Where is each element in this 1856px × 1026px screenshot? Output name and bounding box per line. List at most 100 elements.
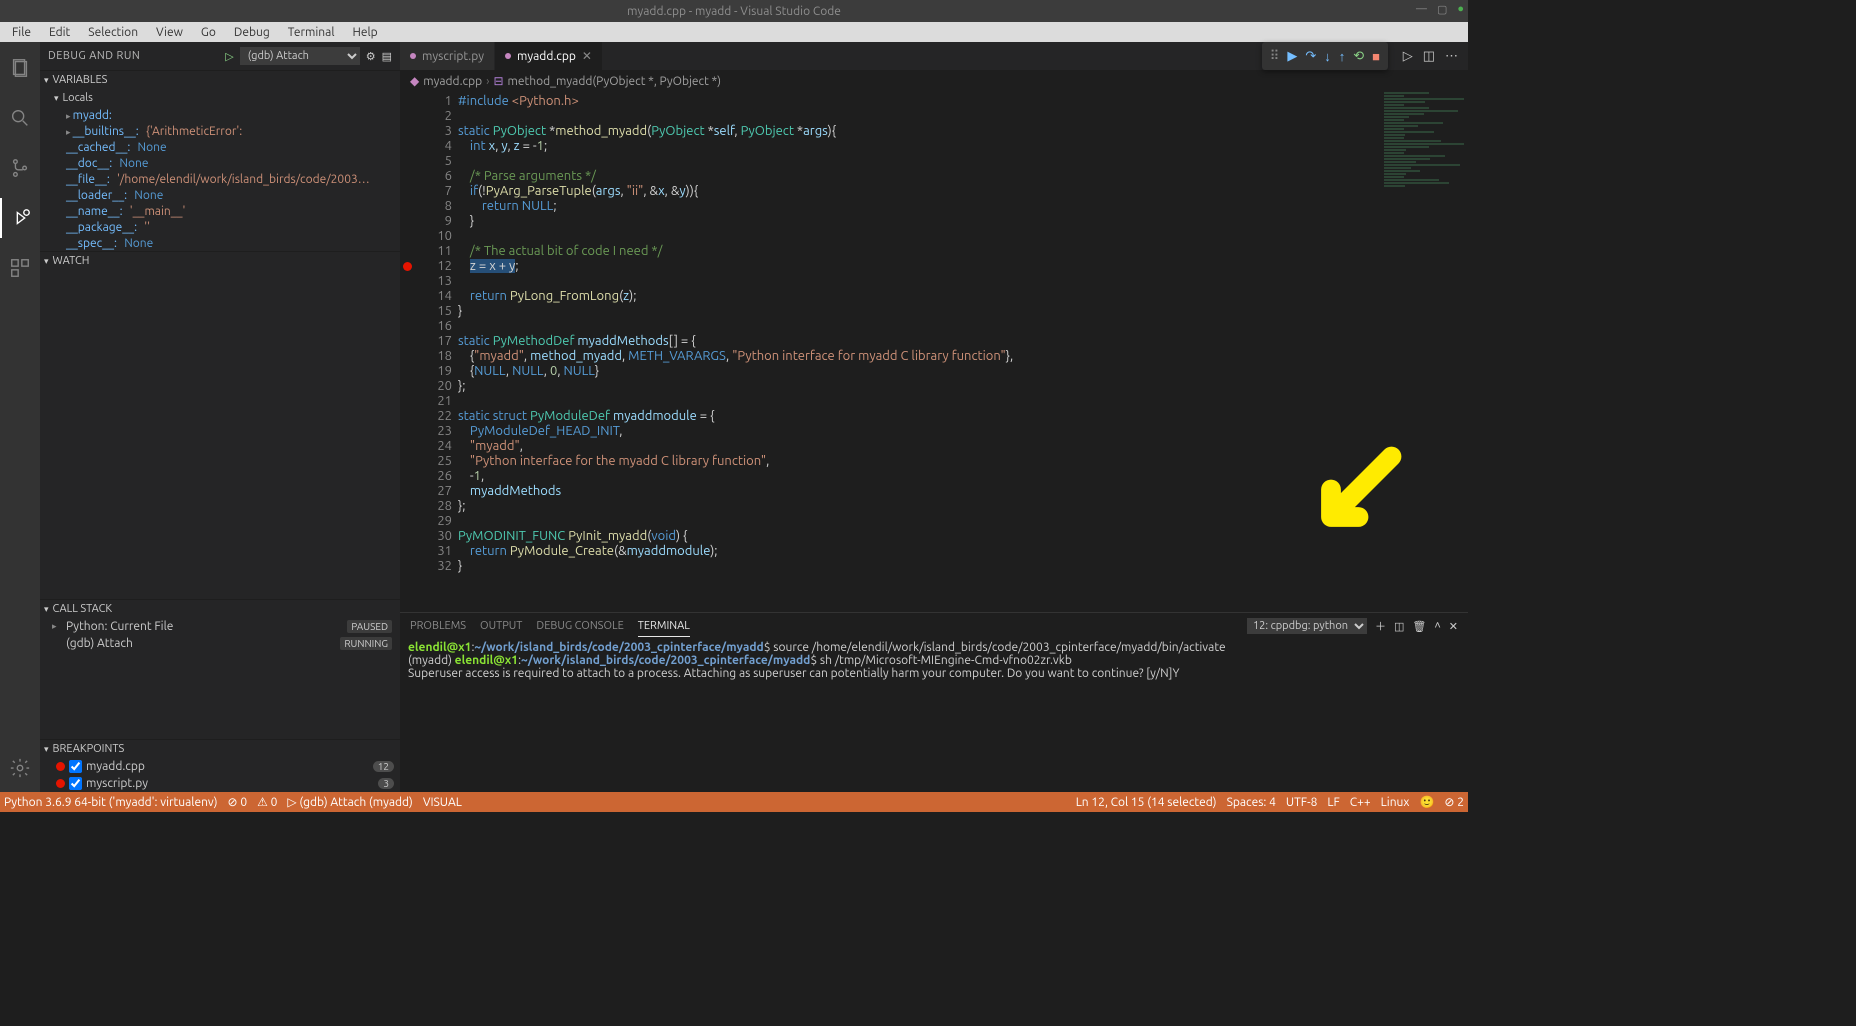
statusbar-item[interactable]: Spaces: 4 — [1227, 795, 1276, 809]
editor-tabs: myscript.pymyadd.cpp✕ — [400, 42, 603, 70]
search-icon[interactable] — [0, 98, 40, 138]
panel-tab-terminal[interactable]: TERMINAL — [638, 616, 690, 637]
window-title: myadd.cpp - myadd - Visual Studio Code — [627, 5, 841, 18]
breadcrumb-file: myadd.cpp — [423, 75, 482, 88]
breakpoint-checkbox[interactable] — [69, 760, 82, 773]
menu-go[interactable]: Go — [193, 24, 224, 41]
statusbar-item[interactable]: 🙂 — [1419, 795, 1434, 809]
panel-tab-output[interactable]: OUTPUT — [480, 616, 522, 637]
menu-file[interactable]: File — [4, 24, 39, 41]
locals-list: ▸ myadd: ▸ __builtins__: {'ArithmeticErr… — [40, 107, 400, 251]
drag-handle-icon[interactable]: ⠿ — [1270, 49, 1280, 64]
window-controls: — ▢ ● — [1416, 3, 1464, 16]
tab-myadd-cpp[interactable]: myadd.cpp✕ — [495, 42, 603, 70]
tab-myscript-py[interactable]: myscript.py — [400, 42, 495, 70]
step-into-icon[interactable]: ↓ — [1324, 49, 1331, 64]
continue-icon[interactable]: ▶ — [1287, 49, 1297, 64]
statusbar-item[interactable]: Python 3.6.9 64-bit ('myadd': virtualenv… — [4, 795, 218, 809]
line-number-gutter: 1234567891011121314151617181920212223242… — [414, 92, 458, 612]
new-terminal-icon[interactable]: ＋ — [1375, 618, 1386, 634]
debug-config: ▷ (gdb) Attach ⚙ ▤ — [225, 47, 392, 65]
callstack-row[interactable]: (gdb) AttachRUNNING — [40, 635, 400, 652]
terminal-select[interactable]: 12: cppdbg: python — [1247, 618, 1367, 634]
close-tab-icon[interactable]: ✕ — [582, 49, 592, 63]
locals-header[interactable]: ▾Locals — [40, 89, 400, 107]
breakpoint-gutter[interactable] — [400, 92, 414, 612]
file-type-icon — [410, 53, 416, 59]
step-over-icon[interactable]: ↷ — [1305, 49, 1316, 64]
split-terminal-icon[interactable]: ◫ — [1394, 620, 1404, 633]
statusbar-item[interactable]: C++ — [1350, 795, 1371, 809]
debug-config-select[interactable]: (gdb) Attach — [240, 47, 360, 65]
panel-tab-problems[interactable]: PROBLEMS — [410, 616, 466, 637]
statusbar-item[interactable]: Linux — [1381, 795, 1410, 809]
variable-row[interactable]: __package__: '' — [40, 219, 400, 235]
breadcrumb[interactable]: ◆ myadd.cpp › ⊟ method_myadd(PyObject *,… — [400, 70, 1468, 92]
maximize-button[interactable]: ▢ — [1437, 3, 1447, 16]
step-out-icon[interactable]: ↑ — [1339, 49, 1346, 64]
statusbar-left: Python 3.6.9 64-bit ('myadd': virtualenv… — [4, 795, 462, 809]
annotation-arrow — [1298, 440, 1408, 553]
debug-icon[interactable] — [0, 198, 40, 238]
menu-selection[interactable]: Selection — [80, 24, 146, 41]
variable-row[interactable]: ▸ myadd: — [40, 107, 400, 123]
menu-edit[interactable]: Edit — [41, 24, 78, 41]
variable-row[interactable]: __spec__: None — [40, 235, 400, 251]
debug-sidebar-header: DEBUG AND RUN ▷ (gdb) Attach ⚙ ▤ — [40, 42, 400, 70]
close-button[interactable]: ● — [1457, 3, 1464, 16]
menu-debug[interactable]: Debug — [226, 24, 278, 41]
maximize-panel-icon[interactable]: ˄ — [1434, 620, 1440, 632]
start-debug-icon[interactable]: ▷ — [225, 50, 233, 63]
callstack-row[interactable]: ▸Python: Current FilePAUSED — [40, 618, 400, 635]
statusbar-item[interactable]: ▷ (gdb) Attach (myadd) — [287, 795, 412, 809]
restart-icon[interactable]: ⟲ — [1353, 49, 1364, 64]
statusbar-item[interactable]: ⚠ 0 — [257, 795, 277, 809]
variable-row[interactable]: __name__: '__main__' — [40, 203, 400, 219]
callstack-header[interactable]: ▾CALL STACK — [40, 600, 400, 618]
menu-terminal[interactable]: Terminal — [280, 24, 343, 41]
variable-row[interactable]: __cached__: None — [40, 139, 400, 155]
variable-row[interactable]: __file__: '/home/elendil/work/island_bir… — [40, 171, 400, 187]
debug-config-gear-icon[interactable]: ⚙ — [366, 50, 376, 63]
statusbar-item[interactable]: ⊘ 2 — [1444, 795, 1464, 809]
variable-row[interactable]: __loader__: None — [40, 187, 400, 203]
run-icon[interactable]: ▷ — [1403, 49, 1413, 64]
breakpoints-header[interactable]: ▾BREAKPOINTS — [40, 740, 400, 758]
extensions-icon[interactable] — [0, 248, 40, 288]
menu-view[interactable]: View — [148, 24, 191, 41]
close-panel-icon[interactable]: ✕ — [1449, 620, 1458, 633]
menu-help[interactable]: Help — [344, 24, 385, 41]
titlebar: myadd.cpp - myadd - Visual Studio Code —… — [0, 0, 1468, 22]
variable-row[interactable]: __doc__: None — [40, 155, 400, 171]
debug-console-icon[interactable]: ▤ — [382, 50, 392, 63]
callstack-list: ▸Python: Current FilePAUSED(gdb) AttachR… — [40, 618, 400, 652]
panel-tab-debug-console[interactable]: DEBUG CONSOLE — [536, 616, 623, 637]
menubar: FileEditSelectionViewGoDebugTerminalHelp — [0, 22, 1468, 42]
stop-icon[interactable]: ■ — [1372, 49, 1380, 64]
kill-terminal-icon[interactable]: 🗑 — [1412, 620, 1426, 633]
editor-area: myscript.pymyadd.cpp✕ ▷ ◫ ⋯ ⠿ ▶ ↷ ↓ ↑ ⟲ … — [400, 42, 1468, 792]
breakpoint-checkbox[interactable] — [69, 777, 82, 790]
explorer-icon[interactable] — [0, 48, 40, 88]
terminal-panel: PROBLEMS OUTPUT DEBUG CONSOLE TERMINAL 12: … — [400, 612, 1468, 792]
statusbar-item[interactable]: Ln 12, Col 15 (14 selected) — [1076, 795, 1217, 809]
terminal-body[interactable]: elendil@x1:~/work/island_birds/code/2003… — [400, 639, 1468, 792]
settings-gear-icon[interactable] — [0, 748, 40, 788]
breakpoint-row[interactable]: myscript.py3 — [40, 775, 400, 792]
source-control-icon[interactable] — [0, 148, 40, 188]
terminal-tab-list: PROBLEMS OUTPUT DEBUG CONSOLE TERMINAL — [410, 616, 690, 637]
statusbar-item[interactable]: VISUAL — [423, 795, 462, 809]
statusbar-right: Ln 12, Col 15 (14 selected) Spaces: 4 UTF-… — [1076, 795, 1464, 809]
statusbar-item[interactable]: LF — [1327, 795, 1339, 809]
breadcrumb-symbol: method_myadd(PyObject *, PyObject *) — [508, 75, 722, 88]
statusbar-item[interactable]: UTF-8 — [1286, 795, 1317, 809]
breakpoint-row[interactable]: myadd.cpp12 — [40, 758, 400, 775]
split-editor-icon[interactable]: ◫ — [1423, 49, 1435, 64]
variables-header[interactable]: ▾VARIABLES — [40, 71, 400, 89]
minimize-button[interactable]: — — [1416, 3, 1427, 16]
variable-row[interactable]: ▸ __builtins__: {'ArithmeticError': — [40, 123, 400, 139]
watch-header[interactable]: ▾WATCH — [40, 252, 400, 270]
statusbar-item[interactable]: ⊘ 0 — [228, 795, 248, 809]
more-actions-icon[interactable]: ⋯ — [1445, 49, 1458, 64]
status-bar: Python 3.6.9 64-bit ('myadd': virtualenv… — [0, 792, 1468, 812]
